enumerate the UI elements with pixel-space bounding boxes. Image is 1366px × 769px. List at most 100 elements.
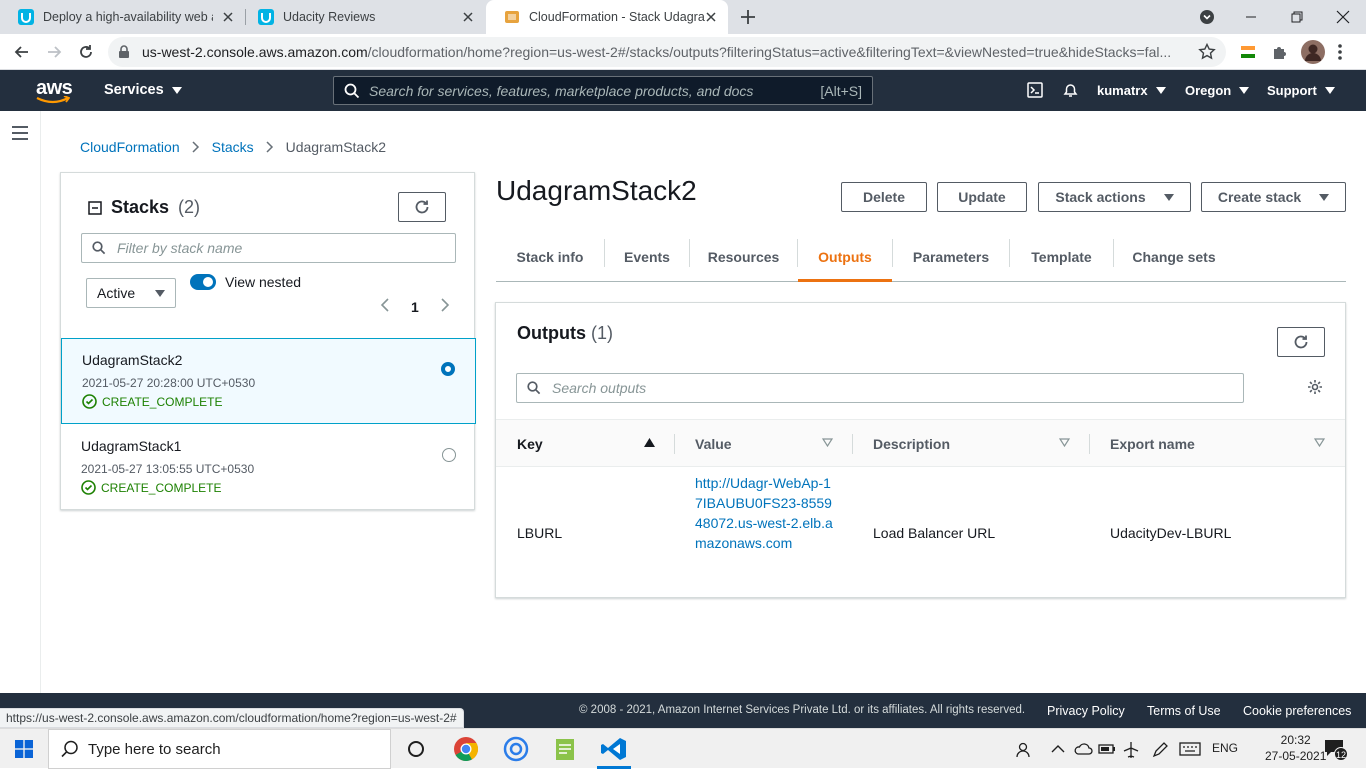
browser-tab-deploy[interactable]: Deploy a high-availability web ap <box>0 0 245 34</box>
url-path: /cloudformation/home?region=us-west-2#/s… <box>367 44 1172 60</box>
restore-button[interactable] <box>1274 0 1320 34</box>
pen-ink-icon[interactable] <box>1151 741 1169 759</box>
collapse-panel-icon[interactable] <box>88 200 102 215</box>
refresh-outputs-button[interactable] <box>1277 327 1325 357</box>
gear-icon[interactable] <box>1307 379 1323 395</box>
notification-count: 12 <box>1334 747 1348 761</box>
extensions-puzzle-icon[interactable] <box>1271 43 1289 61</box>
search-shortcut: [Alt+S] <box>820 83 862 99</box>
lock-icon[interactable] <box>118 45 130 59</box>
flag-extension-icon[interactable] <box>1240 43 1256 61</box>
vpn-app-icon[interactable] <box>502 735 530 763</box>
battery-icon[interactable] <box>1098 741 1116 757</box>
airplane-mode-icon[interactable] <box>1122 741 1140 759</box>
windows-taskbar: Type here to search ENG 20:32 27-05-2021… <box>0 728 1366 769</box>
page-title: UdagramStack2 <box>496 175 697 206</box>
stack-row-udagramstack1[interactable]: UdagramStack1 2021-05-27 13:05:55 UTC+05… <box>61 425 476 511</box>
language-indicator[interactable]: ENG <box>1212 741 1238 755</box>
tab-search-button[interactable] <box>1184 0 1230 34</box>
column-key[interactable]: Key <box>517 436 543 452</box>
onedrive-cloud-icon[interactable] <box>1073 741 1093 757</box>
breadcrumb-cloudformation[interactable]: CloudFormation <box>80 139 180 155</box>
output-value-link[interactable]: http://Udagr-WebAp-17IBAUBU0FS23-8559480… <box>695 473 835 553</box>
bookmark-star-icon[interactable] <box>1198 43 1216 61</box>
forward-arrow-icon[interactable] <box>44 42 64 62</box>
new-tab-icon[interactable] <box>738 7 758 27</box>
aws-search-input[interactable]: Search for services, features, marketpla… <box>333 76 873 105</box>
aws-logo[interactable]: aws <box>36 78 73 104</box>
sort-icon[interactable] <box>1059 438 1070 447</box>
url-text: us-west-2.console.aws.amazon.com/cloudfo… <box>142 44 1192 60</box>
back-arrow-icon[interactable] <box>12 42 32 62</box>
notification-center[interactable]: 12 <box>1324 739 1350 761</box>
vscode-icon[interactable] <box>600 735 628 763</box>
close-tab-icon[interactable] <box>704 10 718 24</box>
tab-change-sets[interactable]: Change sets <box>1114 232 1234 281</box>
hamburger-menu-icon[interactable] <box>12 126 28 140</box>
cookie-preferences-link[interactable]: Cookie preferences <box>1243 704 1351 718</box>
stack-date: 2021-05-27 13:05:55 UTC+0530 <box>81 462 255 476</box>
browser-tab-cloudformation[interactable]: CloudFormation - Stack Udagram <box>486 0 728 34</box>
support-menu[interactable]: Support <box>1267 83 1335 98</box>
close-tab-icon[interactable] <box>221 10 235 24</box>
account-menu[interactable]: kumatrx <box>1097 83 1166 98</box>
services-menu[interactable]: Services <box>104 82 182 98</box>
close-window-button[interactable] <box>1320 0 1366 34</box>
prev-page-icon[interactable] <box>380 298 390 312</box>
chevron-up-icon[interactable] <box>1050 741 1066 757</box>
status-filter-select[interactable]: Active <box>86 278 176 308</box>
tab-resources[interactable]: Resources <box>690 232 797 281</box>
view-nested-toggle[interactable] <box>190 274 216 290</box>
profile-avatar[interactable] <box>1301 40 1325 64</box>
address-bar[interactable]: us-west-2.console.aws.amazon.com/cloudfo… <box>108 37 1226 67</box>
tab-stack-info[interactable]: Stack info <box>496 232 604 281</box>
browser-menu-icon[interactable] <box>1337 43 1343 61</box>
minimize-button[interactable] <box>1228 0 1274 34</box>
column-description[interactable]: Description <box>873 436 950 452</box>
bell-icon[interactable] <box>1062 82 1079 99</box>
column-divider <box>1089 434 1090 454</box>
stack-row-udagramstack2[interactable]: UdagramStack2 2021-05-27 20:28:00 UTC+05… <box>61 338 476 424</box>
column-divider <box>852 434 853 454</box>
chrome-icon[interactable] <box>452 735 480 763</box>
tab-events[interactable]: Events <box>605 232 689 281</box>
terms-of-use-link[interactable]: Terms of Use <box>1147 704 1221 718</box>
refresh-icon <box>1294 335 1308 349</box>
sort-icon[interactable] <box>1314 438 1325 447</box>
stack-actions-button[interactable]: Stack actions <box>1038 182 1191 212</box>
update-button[interactable]: Update <box>937 182 1027 212</box>
create-stack-button[interactable]: Create stack <box>1201 182 1346 212</box>
next-page-icon[interactable] <box>440 298 450 312</box>
stack-name: UdagramStack1 <box>81 438 182 454</box>
stack-radio-selected[interactable] <box>441 362 455 376</box>
tab-template[interactable]: Template <box>1010 232 1113 281</box>
refresh-stacks-button[interactable] <box>398 192 446 222</box>
taskbar-clock[interactable]: 20:32 27-05-2021 <box>1265 732 1326 764</box>
browser-tab-udacity-reviews[interactable]: Udacity Reviews <box>240 0 485 34</box>
column-export-name[interactable]: Export name <box>1110 436 1195 452</box>
tab-parameters[interactable]: Parameters <box>893 232 1009 281</box>
stack-radio[interactable] <box>442 448 456 462</box>
breadcrumb-stacks[interactable]: Stacks <box>212 139 254 155</box>
cortana-icon[interactable] <box>402 735 430 763</box>
windows-start-icon[interactable] <box>15 740 33 758</box>
notepad-plus-icon[interactable] <box>551 735 579 763</box>
reload-icon[interactable] <box>76 42 96 62</box>
privacy-policy-link[interactable]: Privacy Policy <box>1047 704 1125 718</box>
search-outputs-input[interactable]: Search outputs <box>516 373 1244 403</box>
touch-keyboard-icon[interactable] <box>1179 741 1201 757</box>
sort-ascending-icon[interactable] <box>644 438 655 447</box>
page-number[interactable]: 1 <box>411 299 419 315</box>
taskbar-search[interactable]: Type here to search <box>48 729 391 769</box>
close-tab-icon[interactable] <box>461 10 475 24</box>
column-value[interactable]: Value <box>695 436 732 452</box>
region-menu[interactable]: Oregon <box>1185 83 1250 98</box>
stack-date: 2021-05-27 20:28:00 UTC+0530 <box>82 376 256 390</box>
sort-icon[interactable] <box>822 438 833 447</box>
people-icon[interactable] <box>1014 741 1032 759</box>
cloudshell-icon[interactable] <box>1027 82 1043 98</box>
refresh-icon <box>415 200 429 214</box>
tab-outputs[interactable]: Outputs <box>798 232 892 282</box>
delete-button[interactable]: Delete <box>841 182 927 212</box>
filter-stack-input[interactable]: Filter by stack name <box>81 233 456 263</box>
